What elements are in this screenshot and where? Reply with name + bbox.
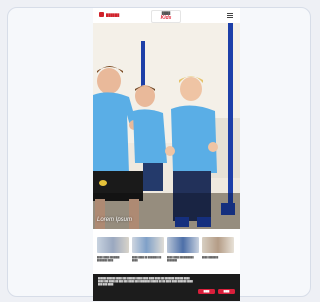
tile-title: ████ ████ ██████████ ███████	[167, 257, 194, 262]
news-tile[interactable]: ████ ████ ██████████ ███████	[167, 237, 199, 262]
mobile-page-preview: ██████ ████ Kids Lorem Ipsum ████ ████ █…	[93, 8, 240, 301]
news-tile[interactable]: ████ ███████	[202, 237, 234, 262]
site-logo[interactable]: ████ Kids	[151, 10, 181, 23]
tile-image	[132, 237, 164, 253]
news-tile[interactable]: ████ ████ ███████ ███████ ████	[97, 237, 129, 262]
logo-main-text: Kids	[160, 15, 172, 21]
news-tile[interactable]: ████ ████ ██ ███████ ██ ████	[132, 237, 164, 262]
cookie-accept-button[interactable]: ████	[198, 289, 215, 294]
tile-image	[167, 237, 199, 253]
tile-image	[97, 237, 129, 253]
cookie-banner: ██████ ██████ ████ ███ ██████ ████ ████ …	[93, 274, 240, 301]
tile-title: ████ ███████	[202, 257, 219, 259]
brand-logo[interactable]: ██████	[99, 12, 119, 17]
cookie-settings-button[interactable]: ████	[218, 289, 235, 294]
hero-photo	[93, 23, 240, 229]
hero-image: Lorem Ipsum	[93, 23, 240, 229]
brand-text: ██████	[106, 12, 120, 17]
tile-title: ████ ████ ███████ ███████ ████	[97, 257, 120, 262]
news-tiles: ████ ████ ███████ ███████ ████ ████ ████…	[97, 237, 236, 262]
hamburger-menu-icon[interactable]	[227, 13, 233, 18]
hero-caption: Lorem Ipsum	[97, 217, 133, 223]
cookie-text: ██████ ██████ ████ ███ ██████ ████ ████ …	[98, 278, 193, 286]
tile-image	[202, 237, 234, 253]
tile-title: ████ ████ ██ ███████ ██ ████	[132, 257, 162, 262]
site-header: ██████ ████ Kids	[93, 8, 240, 24]
brand-mark-icon	[99, 12, 104, 17]
